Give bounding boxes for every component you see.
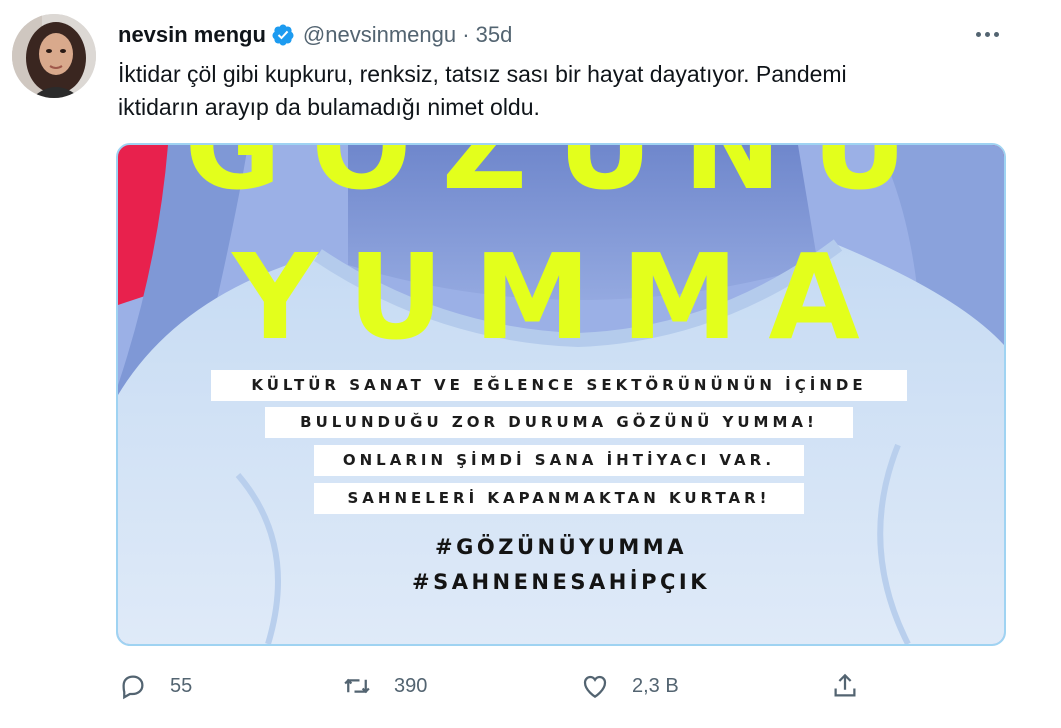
reply-button[interactable]: 55: [118, 666, 192, 706]
retweet-icon: [344, 678, 370, 694]
text-strip: ONLARIN ŞİMDİ SANA İHTİYACI VAR.: [314, 445, 804, 476]
text-strip: SAHNELERİ KAPANMAKTAN KURTAR!: [314, 483, 804, 514]
handle-and-time[interactable]: @nevsinmengu · 35d: [303, 22, 512, 48]
tweet-text-line: iktidarın arayıp da bulamadığı nimet old…: [118, 94, 540, 120]
text-strip: KÜLTÜR SANAT VE EĞLENCE SEKTÖRÜNÜNÜN İÇİ…: [211, 370, 907, 401]
avatar-photo: [12, 14, 96, 98]
retweet-button[interactable]: 390: [342, 666, 427, 706]
tweet-header: nevsin mengu @nevsinmengu · 35d: [118, 20, 512, 50]
share-button[interactable]: [830, 666, 860, 706]
more-dot-icon: [993, 31, 999, 37]
more-dot-icon: [975, 31, 981, 37]
like-button[interactable]: 2,3 B: [580, 666, 679, 706]
reply-icon: [122, 675, 144, 700]
author-name[interactable]: nevsin mengu: [118, 22, 266, 48]
hashtag-gozunuyumma: #GÖZÜNÜYUMMA: [435, 535, 687, 559]
heart-icon: [583, 675, 607, 698]
verified-badge-icon: [272, 24, 294, 46]
hashtag-sahnenesahipcik: #SAHNENESAHİPÇIK: [411, 570, 711, 594]
more-options-button[interactable]: [970, 22, 1004, 46]
text-strip: BULUNDUĞU ZOR DURUMA GÖZÜNÜ YUMMA!: [265, 407, 853, 438]
like-count: 2,3 B: [632, 674, 679, 697]
more-dot-icon: [984, 31, 990, 37]
tweet-media-image[interactable]: GÖZÜNÜ YUMMA KÜLTÜR SANAT VE EĞLENCE SEK…: [116, 143, 1006, 646]
share-icon: [834, 673, 856, 697]
tweet-text-line: İktidar çöl gibi kupkuru, renksiz, tatsı…: [118, 61, 847, 87]
tweet-text: İktidar çöl gibi kupkuru, renksiz, tatsı…: [118, 58, 998, 124]
tweet-action-bar: 55 390 2,3 B: [116, 666, 1016, 706]
avatar[interactable]: [12, 14, 96, 98]
headline-gozunu: GÖZÜNÜ: [184, 143, 938, 216]
retweet-count: 390: [394, 674, 428, 697]
headline-yumma: YUMMA: [232, 228, 890, 366]
reply-count: 55: [170, 674, 193, 697]
